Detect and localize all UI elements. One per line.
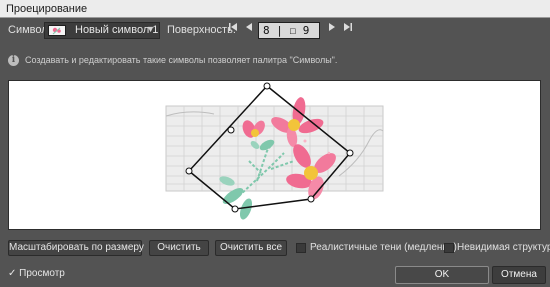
window-title: Проецирование bbox=[0, 0, 550, 18]
clear-all-button[interactable]: Очистить все bbox=[215, 240, 287, 256]
handle-left-upper[interactable] bbox=[227, 126, 235, 134]
handle-bottom-right[interactable] bbox=[307, 195, 315, 203]
preview-label: Просмотр bbox=[19, 268, 65, 279]
previous-surface-icon[interactable] bbox=[242, 22, 256, 38]
ok-button[interactable]: OK bbox=[395, 266, 489, 284]
symbol-dropdown[interactable]: Новый символ 1 ▼ bbox=[44, 22, 160, 39]
preview-checkbox[interactable]: ✓ Просмотр bbox=[8, 268, 65, 279]
chevron-down-icon: ▼ bbox=[146, 24, 155, 34]
projection-preview[interactable] bbox=[9, 81, 540, 229]
realistic-shadows-checkbox[interactable] bbox=[296, 243, 306, 253]
handle-right[interactable] bbox=[346, 149, 354, 157]
cancel-button[interactable]: Отмена bbox=[492, 266, 546, 284]
preview-area[interactable] bbox=[8, 80, 541, 230]
projection-controls: Символ: Новый символ 1 ▼ Поверхность: 8 … bbox=[0, 22, 550, 40]
invisible-structure-checkbox[interactable] bbox=[444, 243, 454, 253]
handle-top[interactable] bbox=[263, 82, 271, 90]
symbol-thumbnail bbox=[48, 25, 66, 36]
handle-left[interactable] bbox=[185, 167, 193, 175]
last-surface-icon[interactable] bbox=[341, 22, 355, 38]
next-surface-icon[interactable] bbox=[325, 22, 339, 38]
fit-to-size-button[interactable]: Масштабировать по размеру bbox=[8, 240, 144, 256]
handle-bottom[interactable] bbox=[231, 205, 239, 213]
realistic-shadows-label: Реалистичные тени (медленно) bbox=[310, 242, 457, 253]
first-surface-icon[interactable] bbox=[226, 22, 240, 38]
info-text: Создавать и редактировать такие символы … bbox=[25, 55, 338, 65]
clear-button[interactable]: Очистить bbox=[149, 240, 209, 256]
info-icon: i bbox=[8, 55, 19, 66]
surface-number-field[interactable]: 8 | ☐ 9 bbox=[258, 22, 320, 39]
check-icon: ✓ bbox=[8, 268, 17, 279]
invisible-structure-label: Невидимая структура bbox=[457, 242, 550, 253]
